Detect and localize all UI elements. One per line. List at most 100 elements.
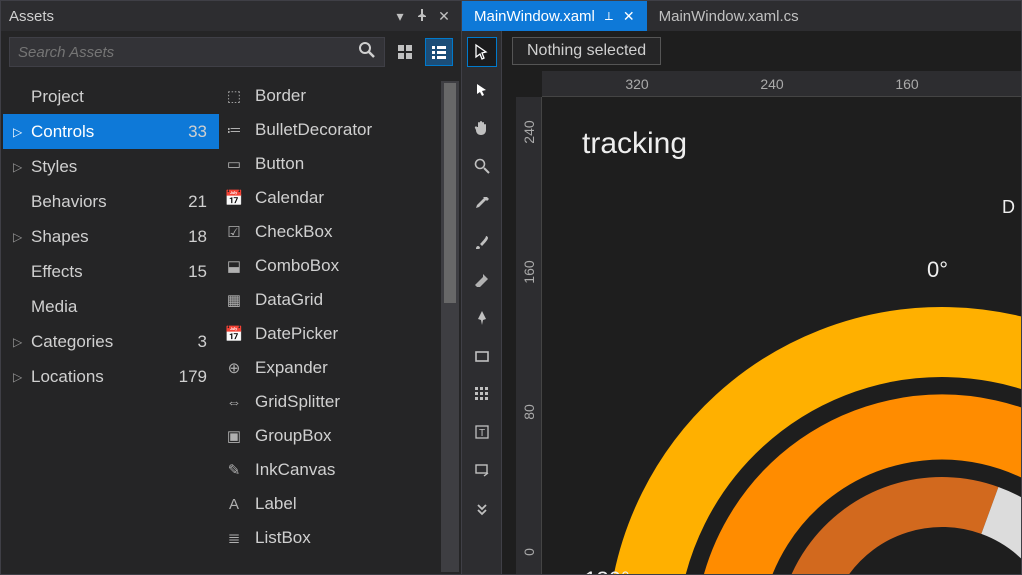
editor-area: MainWindow.xaml ⟂ ✕ MainWindow.xaml.cs <box>462 0 1022 575</box>
control-tool-icon[interactable] <box>467 455 497 485</box>
ruler-tick: 320 <box>625 71 648 96</box>
eraser-icon[interactable] <box>467 265 497 295</box>
datepicker-icon: 📅 <box>223 323 245 345</box>
control-item-checkbox[interactable]: ☑ CheckBox <box>219 215 441 249</box>
control-item-combobox[interactable]: ⬓ ComboBox <box>219 249 441 283</box>
inkcanvas-icon: ✎ <box>223 459 245 481</box>
category-label: Project <box>31 87 207 107</box>
control-label: InkCanvas <box>255 460 335 480</box>
category-label: Styles <box>31 157 207 177</box>
document-tabs: MainWindow.xaml ⟂ ✕ MainWindow.xaml.cs <box>462 1 1021 31</box>
category-item-styles[interactable]: ▷ Styles <box>3 149 219 184</box>
design-toolbar: T <box>462 31 502 574</box>
category-list: Project ▷ Controls 33▷ Styles Behaviors … <box>1 79 219 574</box>
checkbox-icon: ☑ <box>223 221 245 243</box>
search-input[interactable] <box>18 44 358 61</box>
control-item-calendar[interactable]: 📅 Calendar <box>219 181 441 215</box>
control-label: DataGrid <box>255 290 323 310</box>
tab-mainwindow-xaml[interactable]: MainWindow.xaml ⟂ ✕ <box>462 1 647 31</box>
gauge-arc-inner <box>802 502 990 574</box>
category-item-media[interactable]: Media <box>3 289 219 324</box>
category-count: 179 <box>179 367 207 387</box>
selection-label: Nothing selected <box>512 37 661 65</box>
control-item-expander[interactable]: ⊕ Expander <box>219 351 441 385</box>
control-label: Button <box>255 154 304 174</box>
calendar-icon: 📅 <box>223 187 245 209</box>
category-label: Behaviors <box>31 192 188 212</box>
control-label: GroupBox <box>255 426 332 446</box>
pin-icon[interactable]: ⟂ <box>605 9 613 24</box>
tab-mainwindow-xaml-cs[interactable]: MainWindow.xaml.cs <box>647 1 811 31</box>
groupbox-icon: ▣ <box>223 425 245 447</box>
scrollbar[interactable] <box>441 81 459 572</box>
ruler-area: Nothing selected 32024016080 240160800 t… <box>502 31 1021 574</box>
control-label: Expander <box>255 358 328 378</box>
category-item-behaviors[interactable]: Behaviors 21 <box>3 184 219 219</box>
dropdown-icon[interactable]: ▾ <box>391 8 409 25</box>
control-item-bulletdecorator[interactable]: ≔ BulletDecorator <box>219 113 441 147</box>
close-icon[interactable]: ✕ <box>435 8 453 25</box>
control-item-inkcanvas[interactable]: ✎ InkCanvas <box>219 453 441 487</box>
category-count: 18 <box>188 227 207 247</box>
control-item-border[interactable]: ⬚ Border <box>219 79 441 113</box>
horizontal-ruler[interactable]: 32024016080 <box>542 71 1021 97</box>
grid-tool-icon[interactable] <box>467 379 497 409</box>
more-tools-icon[interactable] <box>467 493 497 523</box>
search-row <box>1 31 461 73</box>
control-item-groupbox[interactable]: ▣ GroupBox <box>219 419 441 453</box>
rect-tool-icon[interactable] <box>467 341 497 371</box>
zoom-tool-icon[interactable] <box>467 151 497 181</box>
pen-tool-icon[interactable] <box>467 303 497 333</box>
panel-body: Project ▷ Controls 33▷ Styles Behaviors … <box>1 73 461 574</box>
category-item-locations[interactable]: ▷ Locations 179 <box>3 359 219 394</box>
control-label: ComboBox <box>255 256 339 276</box>
selection-info: Nothing selected <box>512 37 661 65</box>
svg-text:T: T <box>478 428 484 439</box>
eyedropper-icon[interactable] <box>467 189 497 219</box>
control-label: DatePicker <box>255 324 338 344</box>
gauge-arc-inner-rest <box>990 510 1021 574</box>
control-item-label[interactable]: A Label <box>219 487 441 521</box>
tab-label: MainWindow.xaml <box>474 8 595 25</box>
category-item-effects[interactable]: Effects 15 <box>3 254 219 289</box>
category-item-shapes[interactable]: ▷ Shapes 18 <box>3 219 219 254</box>
category-label: Shapes <box>31 227 188 247</box>
ruler-tick: 160 <box>895 71 918 96</box>
grid-view-icon[interactable] <box>391 38 419 66</box>
design-canvas[interactable]: tracking D 0° -130° <box>542 97 1021 574</box>
category-item-categories[interactable]: ▷ Categories 3 <box>3 324 219 359</box>
control-label: CheckBox <box>255 222 332 242</box>
control-item-button[interactable]: ▭ Button <box>219 147 441 181</box>
border-icon: ⬚ <box>223 85 245 107</box>
control-item-datepicker[interactable]: 📅 DatePicker <box>219 317 441 351</box>
category-label: Categories <box>31 332 198 352</box>
gauge-label-top: 0° <box>927 257 948 283</box>
category-label: Controls <box>31 122 188 142</box>
chevron-right-icon: ▷ <box>13 370 31 384</box>
ruler-tick: 0 <box>521 539 537 565</box>
canvas-area: T Nothing selected 32024016080 240160800… <box>462 31 1021 574</box>
panel-title: Assets <box>9 8 387 25</box>
control-item-datagrid[interactable]: ▦ DataGrid <box>219 283 441 317</box>
search-box[interactable] <box>9 37 385 67</box>
pan-tool-icon[interactable] <box>467 113 497 143</box>
canvas-right-label: D <box>1002 197 1015 218</box>
category-item-project[interactable]: Project <box>3 79 219 114</box>
close-icon[interactable]: ✕ <box>623 8 635 25</box>
list-view-icon[interactable] <box>425 38 453 66</box>
gridsplitter-icon: ⇔ <box>223 391 245 413</box>
category-item-controls[interactable]: ▷ Controls 33 <box>3 114 219 149</box>
control-label: Calendar <box>255 188 324 208</box>
brush-tool-icon[interactable] <box>467 227 497 257</box>
control-item-listbox[interactable]: ≣ ListBox <box>219 521 441 555</box>
vertical-ruler[interactable]: 240160800 <box>516 97 542 574</box>
direct-select-icon[interactable] <box>467 75 497 105</box>
controls-list: ⬚ Border≔ BulletDecorator▭ Button📅 Calen… <box>219 79 441 574</box>
selection-tool-icon[interactable] <box>467 37 497 67</box>
scrollbar-thumb[interactable] <box>444 83 456 303</box>
control-item-gridsplitter[interactable]: ⇔ GridSplitter <box>219 385 441 419</box>
text-tool-icon[interactable]: T <box>467 417 497 447</box>
pin-icon[interactable] <box>413 8 431 24</box>
datagrid-icon: ▦ <box>223 289 245 311</box>
search-icon[interactable] <box>358 41 376 64</box>
